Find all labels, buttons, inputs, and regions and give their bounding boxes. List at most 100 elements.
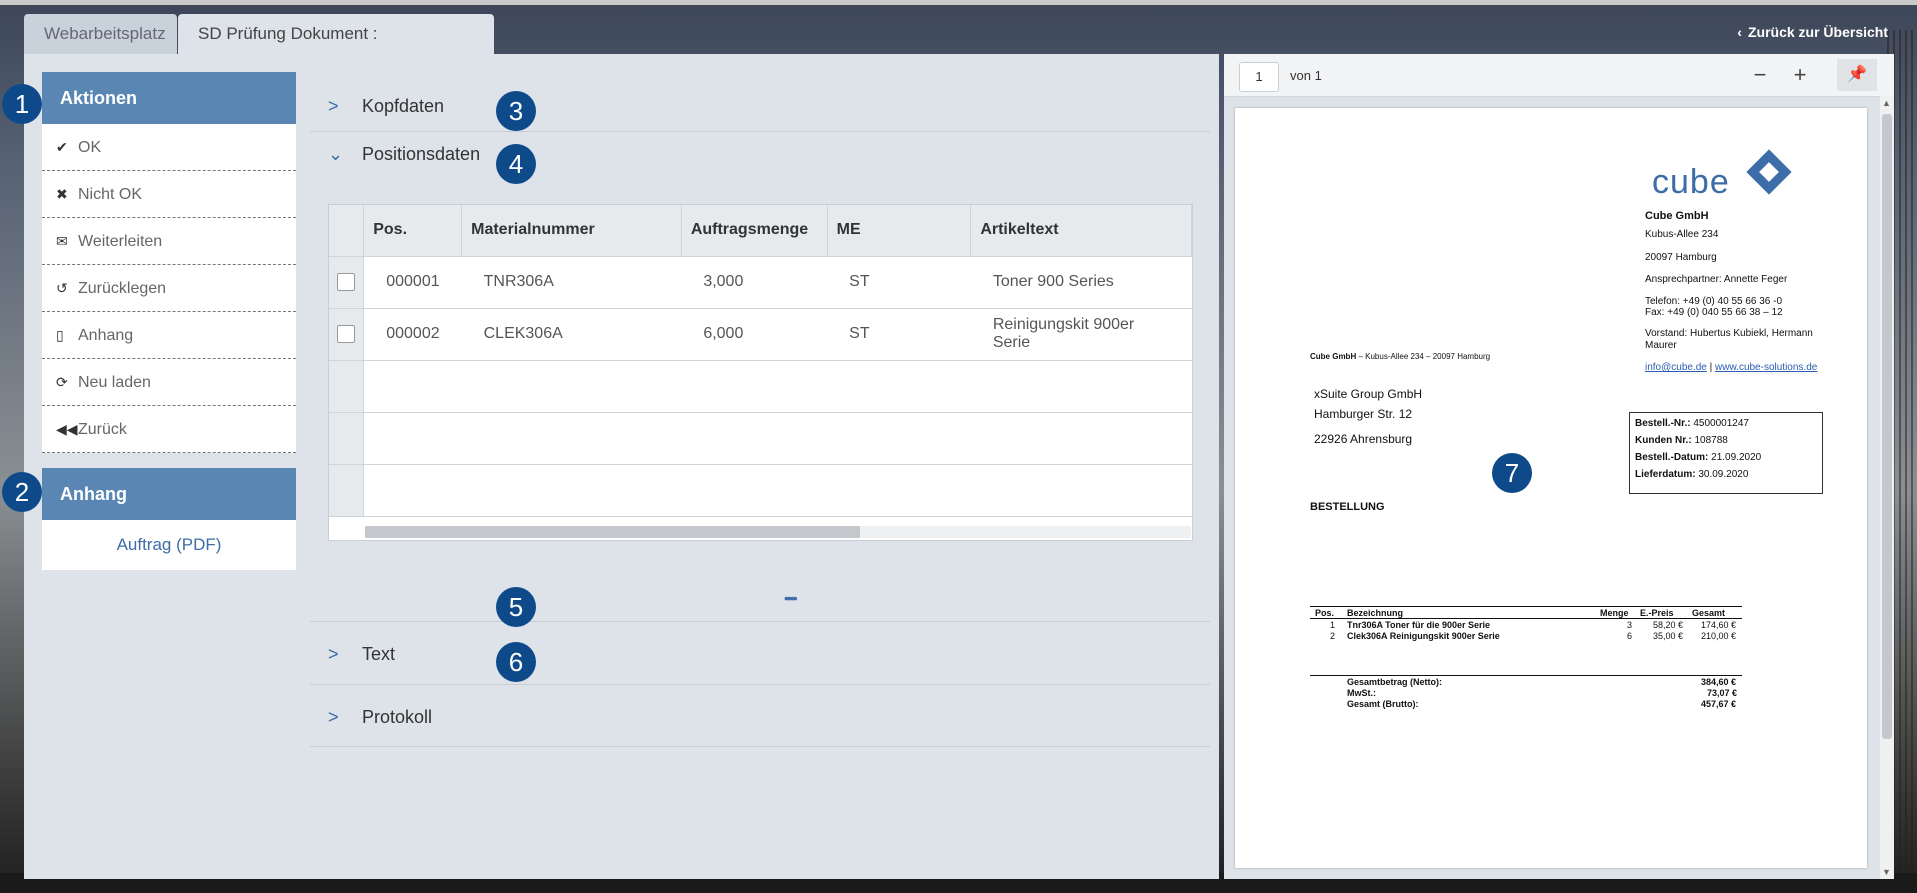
action-label: Anhang xyxy=(78,327,134,344)
actions-card: Aktionen ✔ OK ✖ Nicht OK ✉ Weiterleiten ↺ Zu… xyxy=(42,72,296,453)
company-logo: cube xyxy=(1652,163,1730,201)
top-band xyxy=(0,0,1917,5)
chevron-down-icon: ⌄ xyxy=(328,144,344,164)
pin-button[interactable]: 📌 xyxy=(1837,59,1877,91)
positions-table: Pos. Materialnummer Auftragsmenge ME Art… xyxy=(328,204,1193,541)
table-cell: Reinigungskit 900er Serie xyxy=(970,308,1192,361)
horizontal-scrollbar[interactable] xyxy=(365,526,1191,538)
column-header[interactable]: Materialnummer xyxy=(461,205,682,257)
item-cell: 210,00 € xyxy=(1701,631,1737,641)
action-label: Nicht OK xyxy=(78,186,143,203)
action-attachment[interactable]: ▯ Anhang xyxy=(42,312,296,359)
vertical-scrollbar[interactable]: ▲ ▼ xyxy=(1880,96,1894,879)
company-fax: Fax: +49 (0) 040 55 66 38 – 12 xyxy=(1645,307,1783,318)
total-label: Gesamt (Brutto): xyxy=(1347,699,1419,709)
meta-value: 21.09.2020 xyxy=(1711,452,1762,463)
meta-label: Kunden Nr.: xyxy=(1635,435,1692,446)
table-cell: 000002 xyxy=(363,308,462,361)
chevron-right-icon: > xyxy=(328,707,339,727)
column-header[interactable]: ME xyxy=(827,205,972,257)
scrollbar-thumb[interactable] xyxy=(1882,114,1892,739)
section-text: > Text xyxy=(310,621,1210,685)
row-checkbox[interactable] xyxy=(337,272,356,291)
actions-title: Aktionen xyxy=(42,72,296,124)
company-links: info@cube.de | www.cube-solutions.de xyxy=(1645,362,1817,374)
row-checkbox[interactable] xyxy=(337,324,356,343)
page-number-input[interactable]: 1 xyxy=(1239,62,1279,92)
company-city: 20097 Hamburg xyxy=(1645,252,1717,263)
action-label: Zurücklegen xyxy=(78,280,167,297)
marker-badge: 2 xyxy=(2,472,42,512)
resize-handle-icon[interactable]: •••• xyxy=(784,590,798,606)
section-title: Protokoll xyxy=(362,707,433,727)
empty-row xyxy=(329,360,1192,413)
table-cell: 3,000 xyxy=(681,256,828,309)
table-cell: 000001 xyxy=(363,256,462,309)
table-cell: Toner 900 Series xyxy=(970,256,1192,309)
item-cell: 2 xyxy=(1330,631,1336,641)
action-forward[interactable]: ✉ Weiterleiten xyxy=(42,218,296,265)
action-label: Weiterleiten xyxy=(78,233,163,250)
attachment-link[interactable]: Auftrag (PDF) xyxy=(42,520,296,570)
main-panel: Aktionen ✔ OK ✖ Nicht OK ✉ Weiterleiten ↺ Zu… xyxy=(24,54,1219,879)
cube-logo-icon xyxy=(1746,149,1792,195)
attachments-title: Anhang xyxy=(42,468,296,520)
column-header[interactable]: Auftragsmenge xyxy=(681,205,828,257)
table-cell: ST xyxy=(827,256,971,309)
protokoll-header[interactable]: > Protokoll xyxy=(310,697,432,737)
kopfdaten-header[interactable]: > Kopfdaten xyxy=(310,86,444,126)
table-cell: CLEK306A xyxy=(461,308,682,361)
chevron-right-icon: > xyxy=(328,644,339,664)
marker-badge: 4 xyxy=(496,144,536,184)
order-meta-line: Lieferdatum: 30.09.2020 xyxy=(1635,469,1748,481)
section-kopfdaten: > Kopfdaten xyxy=(310,84,1210,132)
zoom-out-button[interactable]: − xyxy=(1744,60,1776,90)
check-icon: ✔ xyxy=(56,139,68,155)
sender-address: – Kubus-Allee 234 – 20097 Hamburg xyxy=(1356,352,1491,361)
pdf-file-icon: ▯ xyxy=(56,327,64,343)
item-cell: Clek306A Reinigungskit 900er Serie xyxy=(1347,631,1500,641)
action-ok[interactable]: ✔ OK xyxy=(42,124,296,171)
scroll-up-icon[interactable]: ▲ xyxy=(1882,98,1891,108)
back-to-overview-link[interactable]: ‹ Zurück zur Übersicht xyxy=(1737,24,1888,40)
item-cell: 6 xyxy=(1627,631,1633,641)
sender-name: Cube GmbH xyxy=(1310,352,1357,361)
marker-badge: 3 xyxy=(496,91,536,131)
text-header[interactable]: > Text xyxy=(310,634,395,674)
chevron-left-icon: ‹ xyxy=(1737,24,1742,40)
table-row[interactable]: 000002 CLEK306A 6,000 ST Reinigungskit 9… xyxy=(329,308,1192,361)
section-protokoll: > Protokoll xyxy=(310,684,1210,747)
undo-icon: ↺ xyxy=(56,280,68,296)
recipient-street: Hamburger Str. 12 xyxy=(1314,407,1413,421)
scrollbar-thumb[interactable] xyxy=(365,526,860,538)
scroll-down-icon[interactable]: ▼ xyxy=(1882,867,1891,877)
action-label: Zurück xyxy=(78,421,127,438)
meta-value: 108788 xyxy=(1694,435,1728,446)
tab-webarbeitsplatz[interactable]: Webarbeitsplatz xyxy=(24,14,177,54)
zoom-in-button[interactable]: + xyxy=(1784,60,1816,90)
item-cell: 35,00 € xyxy=(1653,631,1684,641)
meta-label: Bestell.-Datum: xyxy=(1635,452,1709,463)
order-meta-line: Bestell.-Datum: 21.09.2020 xyxy=(1635,452,1761,464)
order-meta-line: Kunden Nr.: 108788 xyxy=(1635,435,1728,447)
meta-label: Lieferdatum: xyxy=(1635,469,1696,480)
chevron-right-icon: > xyxy=(328,96,339,116)
table-row[interactable]: 000001 TNR306A 3,000 ST Toner 900 Series xyxy=(329,256,1192,309)
company-board: Vorstand: Hubertus Kubiekl, Hermann Maur… xyxy=(1645,328,1813,351)
action-reload[interactable]: ⟳ Neu laden xyxy=(42,359,296,406)
column-header[interactable]: Pos. xyxy=(363,205,463,257)
total-value: 457,67 € xyxy=(1701,699,1737,709)
column-header[interactable]: Artikeltext xyxy=(970,205,1192,257)
action-not-ok[interactable]: ✖ Nicht OK xyxy=(42,171,296,218)
marker-badge: 6 xyxy=(496,642,536,682)
email-link[interactable]: info@cube.de xyxy=(1645,362,1707,373)
action-label: Neu laden xyxy=(78,374,151,391)
action-put-back[interactable]: ↺ Zurücklegen xyxy=(42,265,296,312)
action-back[interactable]: ◀◀Zurück xyxy=(42,406,296,453)
recipient-name: xSuite Group GmbH xyxy=(1314,387,1423,401)
tab-sd-pruefung[interactable]: SD Prüfung Dokument : 0000000163✖ xyxy=(178,14,494,83)
marker-badge: 1 xyxy=(2,84,42,124)
recipient-city: 22926 Ahrensburg xyxy=(1314,432,1413,446)
web-link[interactable]: www.cube-solutions.de xyxy=(1715,362,1817,373)
positionsdaten-header[interactable]: ⌄ Positionsdaten xyxy=(310,134,480,174)
